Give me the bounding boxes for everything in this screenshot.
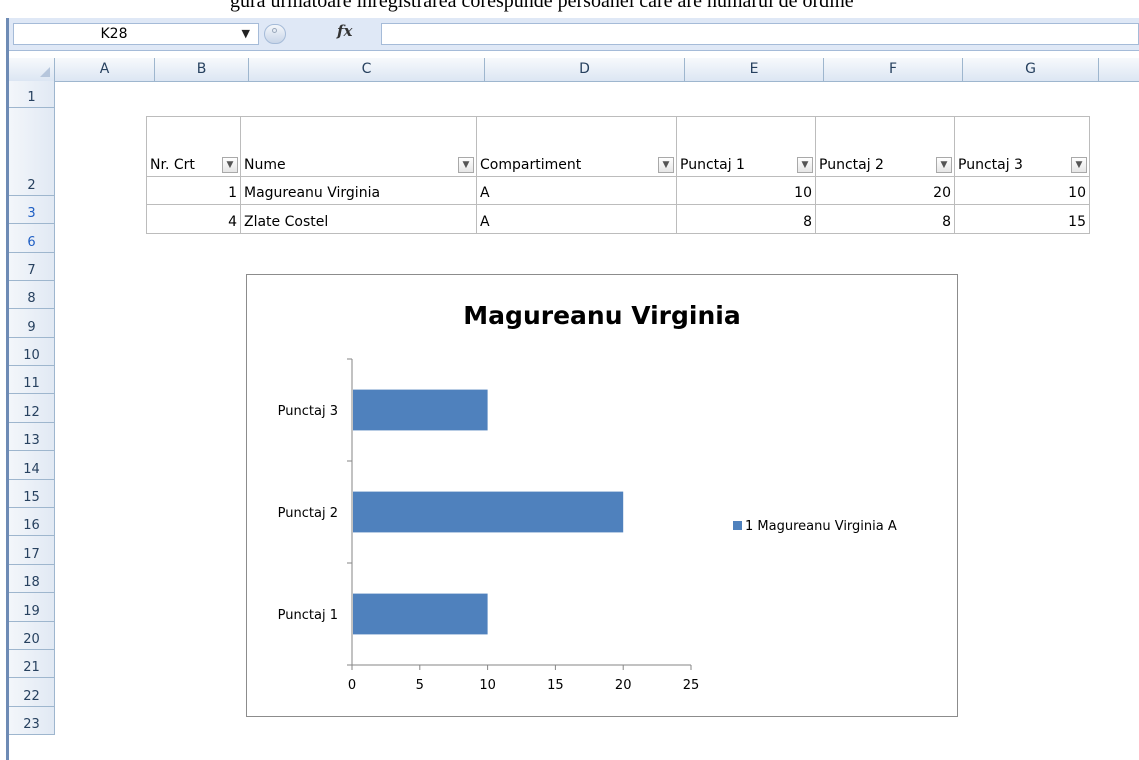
y-tick-label: Punctaj 1 <box>278 608 338 623</box>
column-header-e[interactable]: E <box>685 58 824 81</box>
table-cell[interactable]: 8 <box>676 204 816 234</box>
bar <box>353 491 624 533</box>
row-header[interactable]: 8 <box>9 281 55 309</box>
row-header[interactable]: 10 <box>9 338 55 366</box>
chevron-down-icon[interactable]: ▼ <box>242 27 250 40</box>
table-cell[interactable]: 15 <box>954 204 1090 234</box>
row-header[interactable]: 20 <box>9 622 55 650</box>
row-header[interactable]: 21 <box>9 650 55 678</box>
header-cell-punctaj-3[interactable]: Punctaj 3 ▼ <box>954 116 1090 177</box>
column-header-c[interactable]: C <box>249 58 485 81</box>
insert-function-icon[interactable]: fx <box>337 22 352 40</box>
row-header[interactable]: 15 <box>9 480 55 508</box>
name-box[interactable]: K28 ▼ <box>13 23 259 45</box>
x-tick-label: 0 <box>348 678 356 693</box>
filter-dropdown-icon[interactable]: ▼ <box>1071 157 1087 173</box>
filter-active-icon[interactable]: ▼ <box>658 157 674 173</box>
formula-bar: K28 ▼ fx <box>9 18 1139 51</box>
table-cell[interactable]: A <box>476 176 677 205</box>
formula-input[interactable] <box>381 23 1139 45</box>
row-header[interactable]: 13 <box>9 423 55 451</box>
x-tick-label: 5 <box>416 678 424 693</box>
table-cell[interactable]: Zlate Costel <box>240 204 477 234</box>
row-header[interactable]: 11 <box>9 366 55 394</box>
y-tick-label: Punctaj 2 <box>278 506 338 521</box>
header-cell-nr-crt[interactable]: Nr. Crt ▼ <box>146 116 241 177</box>
header-cell-punctaj-1[interactable]: Punctaj 1 ▼ <box>676 116 816 177</box>
row-header[interactable]: 16 <box>9 508 55 536</box>
filter-dropdown-icon[interactable]: ▼ <box>222 157 238 173</box>
column-header-d[interactable]: D <box>485 58 685 81</box>
column-headers: A B C D E F G <box>9 58 1139 82</box>
y-tick-label: Punctaj 3 <box>278 404 338 419</box>
legend-swatch <box>733 521 742 530</box>
x-tick-label: 20 <box>615 678 632 693</box>
bar <box>353 389 488 431</box>
table-cell[interactable]: A <box>476 204 677 234</box>
row-header[interactable]: 22 <box>9 678 55 707</box>
document-caption: gura urmatoare inregistrarea corespunde … <box>0 0 1139 20</box>
table-cell[interactable]: 1 <box>146 176 241 205</box>
table-cell[interactable]: 10 <box>954 176 1090 205</box>
row-header[interactable]: 19 <box>9 593 55 622</box>
select-all-corner[interactable] <box>9 58 55 81</box>
header-cell-punctaj-2[interactable]: Punctaj 2 ▼ <box>815 116 955 177</box>
row-header[interactable]: 2 <box>9 108 55 196</box>
row-header[interactable]: 12 <box>9 394 55 423</box>
row-header[interactable]: 23 <box>9 707 55 735</box>
x-tick-label: 10 <box>479 678 496 693</box>
table-cell[interactable]: 20 <box>815 176 955 205</box>
row-header[interactable]: 7 <box>9 253 55 281</box>
row-header[interactable]: 1 <box>9 81 55 108</box>
caption-text: gura urmatoare inregistrarea corespunde … <box>230 0 854 12</box>
name-box-value: K28 <box>100 26 128 42</box>
column-header-g[interactable]: G <box>963 58 1099 81</box>
table-cell[interactable]: 10 <box>676 176 816 205</box>
spreadsheet-window: K28 ▼ fx A B C D E F G 1 2 3 6 7 8 9 10 … <box>6 18 1139 760</box>
table-cell[interactable]: Magureanu Virginia <box>240 176 477 205</box>
row-header[interactable]: 9 <box>9 309 55 338</box>
legend-label: 1 Magureanu Virginia A <box>745 519 897 534</box>
table-cell[interactable]: 4 <box>146 204 241 234</box>
formula-expand-button[interactable] <box>264 24 286 44</box>
row-header[interactable]: 18 <box>9 565 55 593</box>
chart-plot: 0 5 10 15 20 25 Punctaj 1 Punctaj 2 Punctaj 3 <box>278 358 700 693</box>
chart-legend[interactable]: 1 Magureanu Virginia A <box>733 519 897 534</box>
column-header-a[interactable]: A <box>55 58 155 81</box>
x-tick-label: 15 <box>547 678 564 693</box>
table-cell[interactable]: 8 <box>815 204 955 234</box>
filter-dropdown-icon[interactable]: ▼ <box>458 157 474 173</box>
header-cell-compartiment[interactable]: Compartiment ▼ <box>476 116 677 177</box>
filter-dropdown-icon[interactable]: ▼ <box>936 157 952 173</box>
column-header-f[interactable]: F <box>824 58 963 81</box>
row-header[interactable]: 6 <box>9 224 55 253</box>
bar <box>353 593 488 635</box>
x-tick-label: 25 <box>683 678 700 693</box>
filter-dropdown-icon[interactable]: ▼ <box>797 157 813 173</box>
header-cell-nume[interactable]: Nume ▼ <box>240 116 477 177</box>
row-header[interactable]: 17 <box>9 536 55 565</box>
column-header-b[interactable]: B <box>155 58 249 81</box>
bar-chart[interactable]: Magureanu Virginia 0 5 10 15 20 25 Punctaj 1 Pu… <box>246 274 958 717</box>
row-header[interactable]: 3 <box>9 196 55 224</box>
row-header[interactable]: 14 <box>9 451 55 480</box>
